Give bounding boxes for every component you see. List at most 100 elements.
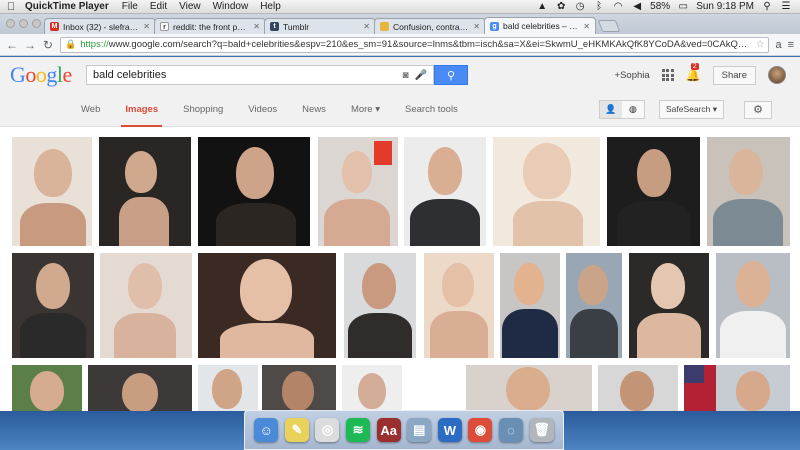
tab-close-icon[interactable]: ✕	[143, 22, 150, 31]
battery-percent[interactable]: 58%	[650, 1, 670, 12]
new-tab-button[interactable]	[597, 20, 621, 32]
avatar[interactable]	[768, 66, 786, 84]
zoom-window-button[interactable]	[32, 19, 41, 28]
menu-view[interactable]: View	[173, 1, 207, 12]
forward-arrow-icon[interactable]: →	[24, 38, 36, 52]
image-result[interactable]	[12, 253, 94, 358]
image-result[interactable]	[342, 365, 402, 411]
image-result[interactable]	[12, 365, 82, 411]
stickies-icon[interactable]: ✎	[284, 418, 309, 442]
battery-icon[interactable]: ▭	[677, 1, 689, 12]
search-query: bald celebrities	[93, 69, 167, 81]
tab-videos[interactable]: Videos	[248, 93, 277, 127]
image-result[interactable]	[466, 365, 592, 411]
image-result[interactable]	[88, 365, 192, 411]
image-result[interactable]	[198, 365, 258, 411]
time-machine-icon[interactable]: ◷	[574, 1, 586, 12]
bookmark-star-icon[interactable]: ☆	[756, 39, 765, 50]
menu-edit[interactable]: Edit	[144, 1, 173, 12]
address-bar[interactable]: 🔒 https:// www.google.com/search?q=bald+…	[60, 36, 770, 53]
bluetooth-icon[interactable]: ᛒ	[593, 1, 605, 12]
google-drive-icon[interactable]: ▲	[536, 1, 548, 12]
notification-center-icon[interactable]: ☰	[780, 1, 792, 12]
back-arrow-icon[interactable]: ←	[6, 38, 18, 52]
tab-search-tools[interactable]: Search tools	[405, 93, 458, 127]
hide-personal-results-globe-icon[interactable]: ◍	[621, 101, 644, 118]
menu-window[interactable]: Window	[207, 1, 255, 12]
finder-icon[interactable]: ☺	[254, 418, 279, 442]
tab-shopping[interactable]: Shopping	[183, 93, 223, 127]
browser-tab-confusion[interactable]: Confusion, contradictions ✕	[374, 18, 486, 34]
menu-file[interactable]: File	[116, 1, 144, 12]
image-result[interactable]	[629, 253, 709, 358]
app-menu[interactable]: QuickTime Player	[22, 1, 116, 12]
image-result[interactable]	[566, 253, 622, 358]
camera-search-icon[interactable]: ◙	[403, 70, 409, 81]
personal-results-icon[interactable]: 👤	[599, 101, 622, 118]
tab-images[interactable]: Images	[121, 93, 162, 127]
safari-icon[interactable]: ◎	[315, 418, 340, 442]
wifi-icon[interactable]: ◠	[612, 1, 624, 12]
photo-browser-icon[interactable]: ◌	[499, 418, 524, 442]
reddit-icon: r	[160, 22, 169, 31]
search-button[interactable]: ⚲	[434, 65, 468, 85]
share-button[interactable]: Share	[712, 65, 756, 85]
apps-grid-icon[interactable]	[661, 69, 674, 81]
amazon-extension-icon[interactable]: a	[775, 39, 781, 51]
word-icon[interactable]: W	[437, 418, 462, 442]
image-result[interactable]	[198, 253, 336, 358]
image-result[interactable]	[100, 253, 192, 358]
image-result[interactable]	[716, 365, 790, 411]
browser-tab-reddit[interactable]: r reddit: the front page of th ✕	[154, 18, 266, 34]
image-result[interactable]	[607, 137, 700, 246]
google-logo[interactable]: Google	[10, 62, 76, 88]
image-result[interactable]	[707, 137, 790, 246]
image-result[interactable]	[262, 365, 336, 411]
tab-more[interactable]: More ▾	[351, 93, 380, 127]
tab-close-icon[interactable]: ✕	[473, 22, 480, 31]
tab-close-icon[interactable]: ✕	[583, 22, 590, 31]
settings-gear-icon[interactable]: ⚙	[744, 100, 772, 119]
tab-news[interactable]: News	[302, 93, 326, 127]
image-result[interactable]	[344, 253, 416, 358]
tab-close-icon[interactable]: ✕	[253, 22, 260, 31]
menubar-clock[interactable]: Sun 9:18 PM	[696, 1, 754, 12]
notifications-bell-icon[interactable]: 🔔 2	[686, 63, 701, 82]
image-result[interactable]	[598, 365, 678, 411]
microphone-icon[interactable]: 🎤	[415, 70, 427, 81]
volume-icon[interactable]: ◀	[631, 1, 643, 12]
close-window-button[interactable]	[6, 19, 15, 28]
image-result[interactable]	[198, 137, 310, 246]
spotlight-search-icon[interactable]: ⚲	[761, 1, 773, 12]
image-result[interactable]	[493, 137, 600, 246]
browser-tab-google-active[interactable]: g bald celebrities – Google ✕	[484, 17, 596, 34]
google-plus-user-link[interactable]: +Sophia	[615, 70, 650, 81]
evernote-icon[interactable]: ✿	[555, 1, 567, 12]
image-result[interactable]	[99, 137, 191, 246]
image-result[interactable]	[12, 137, 92, 246]
tab-close-icon[interactable]: ✕	[363, 22, 370, 31]
browser-tab-gmail[interactable]: M Inbox (32) - slefraga@gm ✕	[44, 18, 156, 34]
reload-icon[interactable]: ↻	[42, 38, 54, 52]
dictionary-icon[interactable]: Aa	[376, 418, 401, 442]
tab-label: Tumblr	[283, 21, 310, 32]
search-input[interactable]: bald celebrities ◙ 🎤	[86, 65, 434, 85]
image-result[interactable]	[404, 137, 486, 246]
image-result[interactable]	[716, 253, 790, 358]
chrome-icon[interactable]: ◉	[468, 418, 493, 442]
apple-menu-icon[interactable]: 	[0, 1, 22, 13]
spotify-icon[interactable]: ≋	[346, 418, 371, 442]
preview-icon[interactable]: ▤	[407, 418, 432, 442]
minimize-window-button[interactable]	[19, 19, 28, 28]
menu-help[interactable]: Help	[254, 1, 287, 12]
browser-toolbar: ← → ↻ 🔒 https:// www.google.com/search?q…	[0, 34, 800, 56]
menu-icon[interactable]: ≡	[788, 39, 794, 51]
image-result[interactable]	[500, 253, 560, 358]
image-result[interactable]	[318, 137, 398, 246]
mac-menu-bar:  QuickTime Player File Edit View Window…	[0, 0, 800, 14]
trash-icon[interactable]: 🗑	[529, 418, 554, 442]
image-result[interactable]	[424, 253, 494, 358]
tab-web[interactable]: Web	[81, 93, 100, 127]
safesearch-dropdown[interactable]: SafeSearch ▾	[658, 100, 724, 119]
browser-tab-tumblr[interactable]: t Tumblr ✕	[264, 18, 376, 34]
